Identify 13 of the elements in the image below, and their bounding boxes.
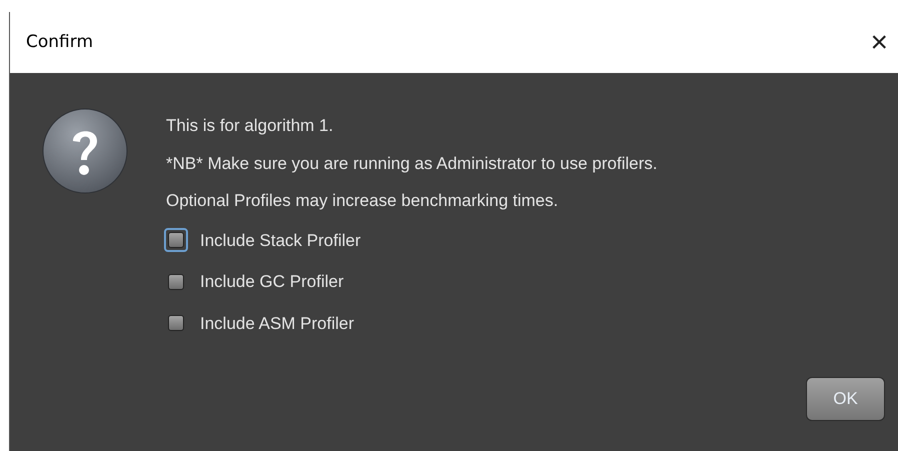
- message-text: *NB* Make sure you are running as Administrator to use profilers.: [166, 152, 658, 174]
- checkbox-row[interactable]: Include Stack Profiler: [164, 220, 658, 261]
- checkbox[interactable]: [164, 228, 188, 252]
- checkbox-row[interactable]: Include ASM Profiler: [164, 302, 658, 344]
- close-button[interactable]: ×: [870, 28, 888, 58]
- message-text: This is for algorithm 1.: [166, 115, 334, 137]
- message-text: Optional Profiles may increase benchmarking times.: [166, 190, 560, 212]
- checkbox-label: Include ASM Profiler: [200, 312, 354, 334]
- question-icon: [42, 108, 128, 194]
- checkbox-label: Include GC Profiler: [200, 271, 344, 293]
- checkbox-label: Include Stack Profiler: [200, 230, 361, 252]
- checkbox-row[interactable]: Include GC Profiler: [164, 261, 658, 302]
- window-title: Confirm: [26, 30, 94, 54]
